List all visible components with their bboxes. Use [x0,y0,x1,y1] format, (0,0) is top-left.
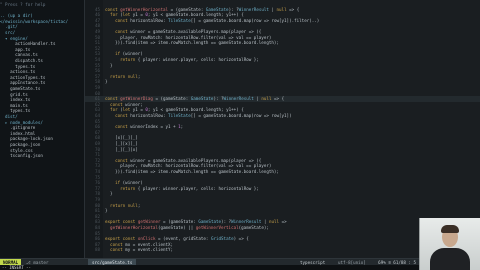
code-text: const my = event.clientY; [110,247,174,253]
file-explorer-sidebar: " Press ? for help.. (up a dir) </ewissin… [0,0,85,258]
presenter-hair [441,225,459,233]
file-tree-item[interactable]: tsconfig.json [0,153,43,159]
command-line-text: -- INSERT -- [2,265,31,270]
webcam-overlay [419,218,480,270]
file-tree-item[interactable]: " Press ? for help [0,2,45,8]
presenter-body [430,248,470,270]
command-line[interactable]: -- INSERT -- [0,265,480,270]
line-number: 88 [94,247,100,253]
